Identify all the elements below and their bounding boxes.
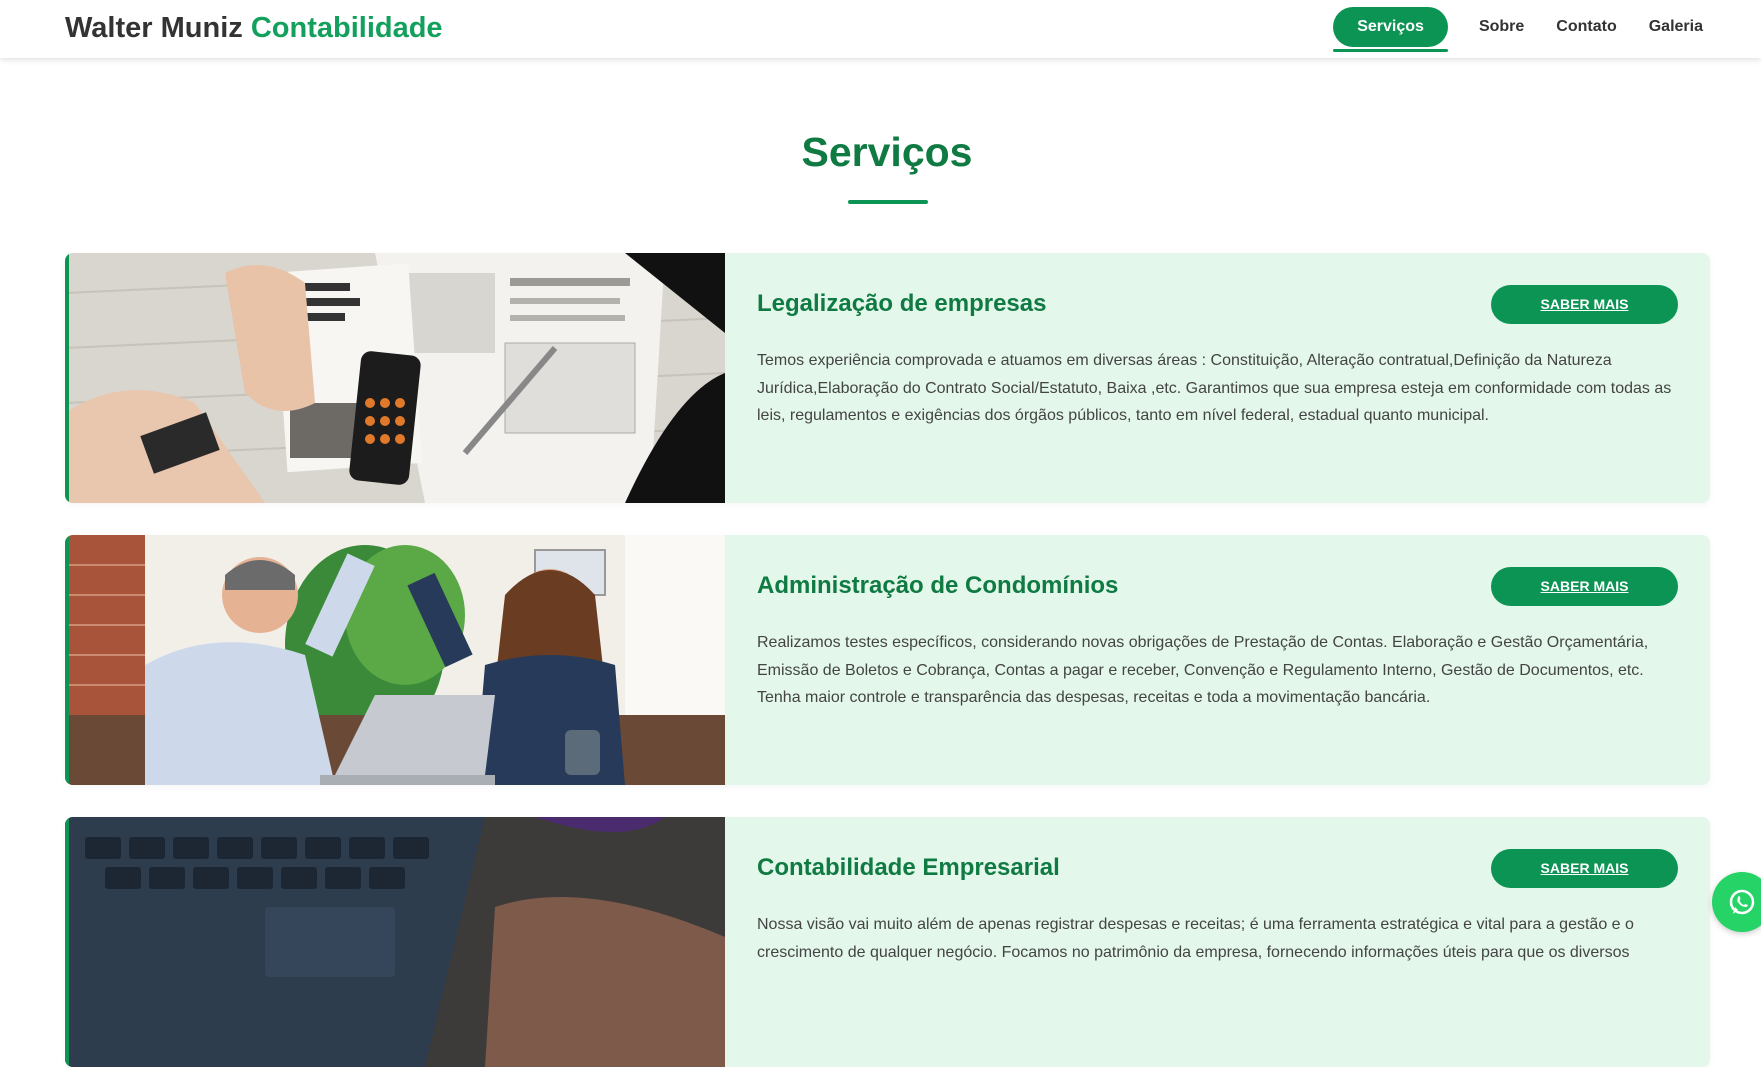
brand-name: Walter Muniz — [65, 12, 243, 44]
laptop-keyboard-photo — [65, 817, 725, 1067]
service-title: Administração de Condomínios — [757, 572, 1119, 599]
service-title: Legalização de empresas — [757, 290, 1047, 317]
brand-suffix: Contabilidade — [250, 12, 443, 44]
brand-logo[interactable]: Walter Muniz Contabilidade — [65, 10, 443, 46]
service-description: Temos experiência comprovada e atuamos e… — [757, 352, 1672, 424]
tax-documents-calculator-photo — [65, 253, 725, 503]
whatsapp-button[interactable] — [1712, 872, 1761, 932]
card-content: Administração de Condomínios SABER MAIS … — [757, 535, 1678, 785]
saber-mais-button[interactable]: SABER MAIS — [1491, 567, 1678, 606]
site-header: Walter Muniz Contabilidade Serviços Sobr… — [0, 0, 1761, 58]
main-nav: Serviços Sobre Contato Galeria — [1333, 7, 1719, 52]
section-title: Serviços — [801, 129, 973, 175]
service-description: Realizamos testes específicos, considera… — [757, 634, 1649, 706]
service-title: Contabilidade Empresarial — [757, 854, 1060, 881]
card-accent — [65, 535, 69, 785]
nav-link-contato[interactable]: Contato — [1540, 7, 1632, 47]
service-card-legalizacao: Legalização de empresas SABER MAIS Temos… — [65, 253, 1710, 503]
service-card-condominios: Administração de Condomínios SABER MAIS … — [65, 535, 1710, 785]
card-accent — [65, 817, 69, 1067]
card-accent — [65, 253, 69, 503]
nav-link-servicos[interactable]: Serviços — [1333, 7, 1448, 52]
title-underline — [848, 200, 928, 204]
card-content: Legalização de empresas SABER MAIS Temos… — [757, 253, 1678, 503]
whatsapp-icon — [1729, 889, 1755, 915]
saber-mais-button[interactable]: SABER MAIS — [1491, 285, 1678, 324]
service-card-contabilidade: Contabilidade Empresarial SABER MAIS Nos… — [65, 817, 1710, 1067]
card-content: Contabilidade Empresarial SABER MAIS Nos… — [757, 817, 1678, 1067]
nav-link-galeria[interactable]: Galeria — [1633, 7, 1719, 47]
colleagues-high-five-photo — [65, 535, 725, 785]
saber-mais-button[interactable]: SABER MAIS — [1491, 849, 1678, 888]
service-description: Nossa visão vai muito além de apenas reg… — [757, 916, 1634, 961]
nav-link-sobre[interactable]: Sobre — [1463, 7, 1540, 47]
